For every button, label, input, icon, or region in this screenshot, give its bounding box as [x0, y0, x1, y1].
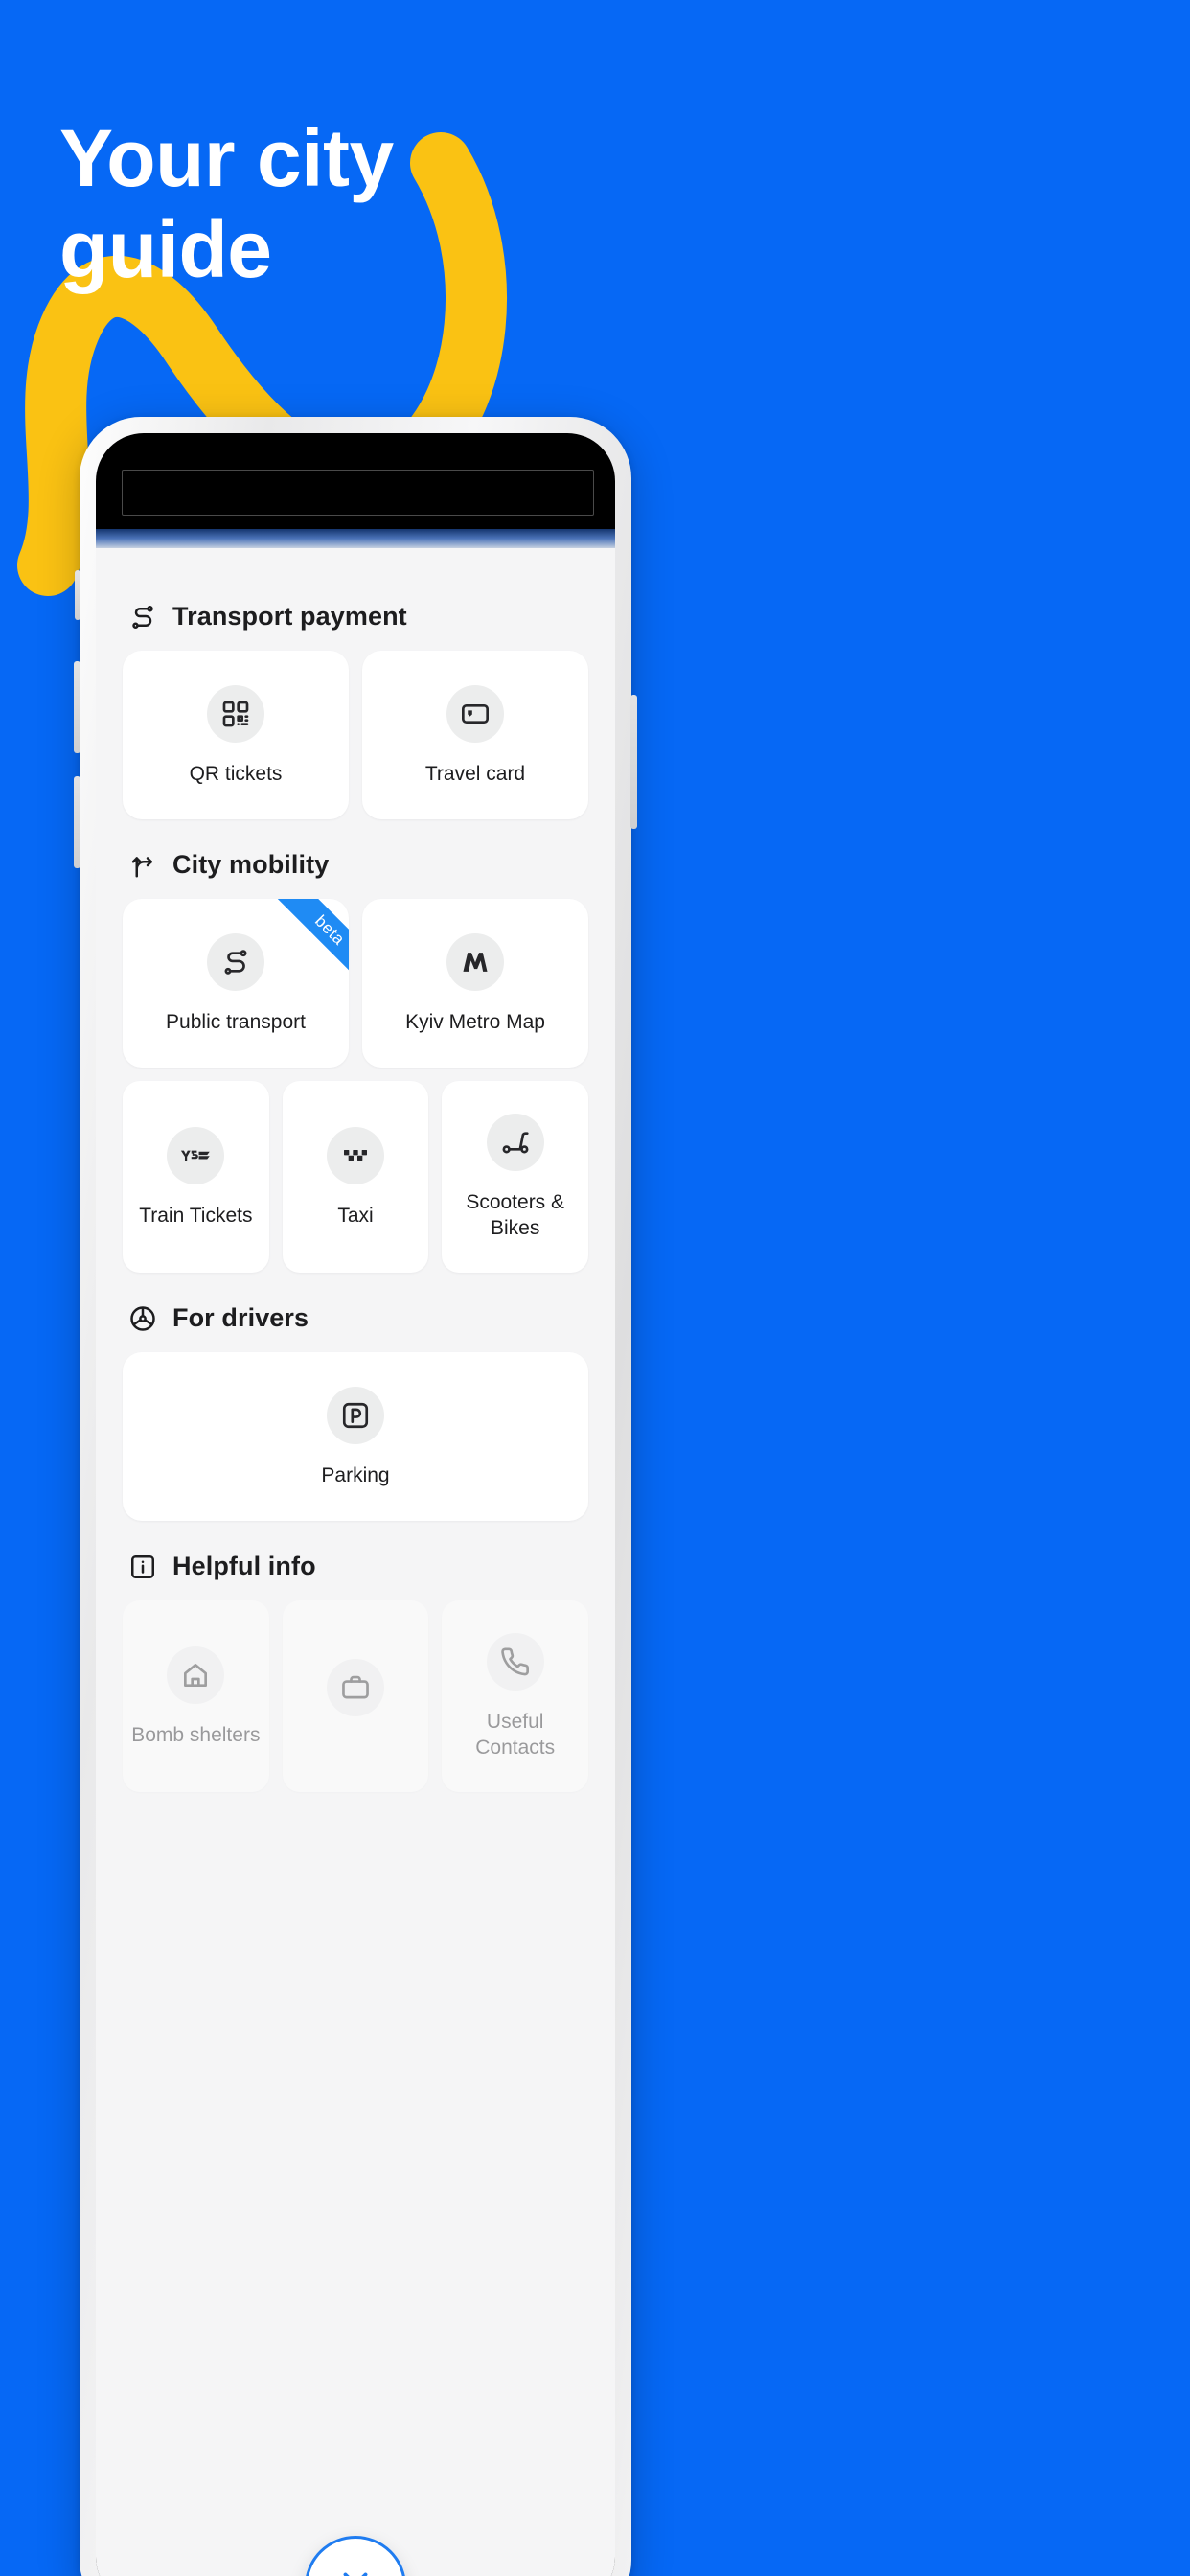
section-helpful-info: Helpful info Bomb shelters Useful Contac…	[123, 1527, 589, 1792]
tile-row: beta Public transport Kyiv Metro Map	[123, 899, 588, 1068]
beta-badge: beta	[249, 899, 349, 999]
page-title: Your city guide	[59, 113, 394, 294]
close-icon	[335, 2564, 376, 2576]
travel-card-icon	[446, 684, 504, 743]
status-bar	[122, 470, 594, 516]
tile-public-transport[interactable]: beta Public transport	[123, 899, 349, 1068]
tile-taxi[interactable]: Taxi	[282, 1081, 429, 1273]
close-button[interactable]	[305, 2536, 406, 2576]
volume-up-button[interactable]	[74, 661, 80, 753]
section-header: For drivers	[123, 1278, 588, 1352]
section-title: City mobility	[172, 850, 330, 879]
tile-label: Kyiv Metro Map	[405, 1010, 545, 1033]
app-content: Transport payment QR tickets Travel card…	[96, 548, 615, 2576]
phone-screen: Transport payment QR tickets Travel card…	[96, 433, 615, 2576]
mute-switch-button[interactable]	[75, 570, 80, 620]
scooter-icon	[486, 1114, 544, 1172]
section-title: Transport payment	[172, 602, 407, 631]
tile-row: Parking	[123, 1352, 588, 1521]
section-title: For drivers	[172, 1303, 309, 1332]
tile-label: Scooters & Bikes	[466, 1191, 565, 1239]
tile-label: Travel card	[424, 762, 526, 785]
tile-label: Train Tickets	[139, 1204, 253, 1227]
metro-m-icon	[446, 932, 504, 991]
tile-label: Parking	[321, 1463, 390, 1486]
tile-kyiv-metro-map[interactable]: Kyiv Metro Map	[362, 899, 588, 1068]
tile-label: Useful Contacts	[475, 1711, 556, 1759]
tile-train-tickets[interactable]: Train Tickets	[123, 1081, 269, 1273]
phone-icon	[486, 1633, 544, 1691]
uz-railway-icon	[167, 1126, 225, 1184]
shelter-icon	[167, 1645, 225, 1704]
route-icon	[128, 603, 157, 632]
tile-travel-card[interactable]: Travel card	[362, 651, 588, 819]
section-header: Transport payment	[123, 577, 588, 651]
tile-row: Train Tickets Taxi Scooters & Bikes	[123, 1081, 589, 1273]
section-for-drivers: For drivers Parking	[123, 1278, 588, 1521]
tile-scooters-bikes[interactable]: Scooters & Bikes	[442, 1081, 589, 1273]
volume-down-button[interactable]	[74, 776, 80, 868]
tile-label: Bomb shelters	[131, 1723, 261, 1746]
tile-bomb-shelters[interactable]: Bomb shelters	[123, 1600, 269, 1792]
tile-label: Public transport	[166, 1010, 306, 1033]
info-square-icon	[128, 1552, 157, 1581]
tile-label: QR tickets	[189, 762, 283, 785]
tile-parking[interactable]: Parking	[123, 1352, 588, 1521]
tile-helpful-middle[interactable]	[282, 1600, 429, 1792]
section-header: City mobility	[123, 825, 588, 899]
tile-qr-tickets[interactable]: QR tickets	[123, 651, 349, 819]
route-icon	[207, 932, 264, 991]
beta-badge-label: beta	[268, 899, 349, 992]
power-button[interactable]	[630, 695, 637, 829]
section-city-mobility: City mobility beta Public transport Kyiv…	[123, 825, 589, 1273]
section-title: Helpful info	[172, 1552, 316, 1580]
steering-wheel-icon	[128, 1304, 157, 1333]
route-fork-icon	[128, 851, 157, 880]
taxi-checker-icon	[327, 1126, 384, 1184]
tile-row: QR tickets Travel card	[123, 651, 588, 819]
parking-p-icon	[327, 1386, 384, 1444]
briefcase-icon	[327, 1659, 384, 1716]
tile-label: Taxi	[337, 1204, 374, 1227]
qr-code-icon	[207, 684, 264, 743]
section-header: Helpful info	[123, 1527, 588, 1600]
phone-mockup: Transport payment QR tickets Travel card…	[74, 417, 637, 2576]
tile-useful-contacts[interactable]: Useful Contacts	[442, 1600, 589, 1792]
section-transport-payment: Transport payment QR tickets Travel card	[123, 577, 588, 819]
phone-frame: Transport payment QR tickets Travel card…	[74, 417, 637, 2576]
tile-row: Bomb shelters Useful Contacts	[123, 1600, 589, 1792]
